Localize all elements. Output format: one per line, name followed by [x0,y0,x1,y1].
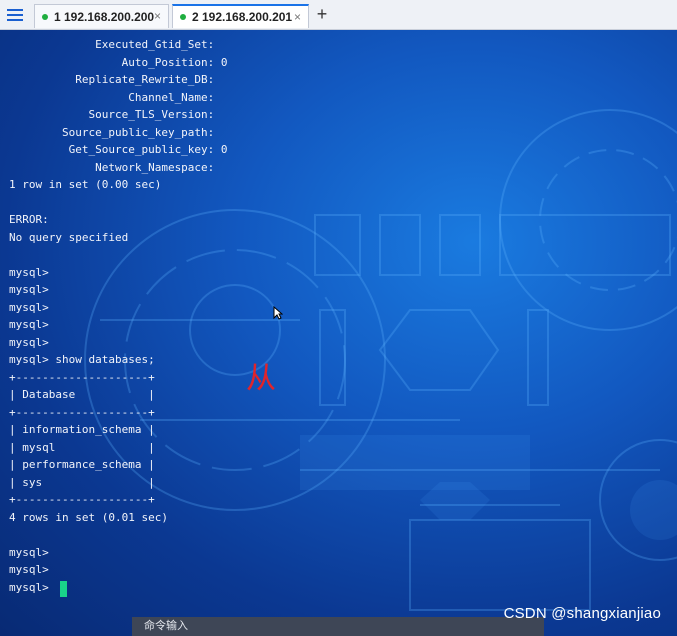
terminal-line: | information_schema | [9,423,155,436]
tab-label: 2 192.168.200.201 [192,10,293,24]
terminal-line: +--------------------+ [9,493,155,506]
terminal-line: Auto_Position: 0 [9,55,228,69]
terminal-line: mysql> [9,283,49,296]
terminal-line: mysql> [9,580,56,594]
close-icon[interactable]: × [154,9,161,23]
terminal-line: Network_Namespace: [9,160,215,174]
terminal-line: mysql> [9,335,49,349]
terminal-line: ERROR: [9,213,49,226]
terminal-line: +--------------------+ [9,405,155,419]
terminal-line: Source_public_key_path: [9,125,215,139]
tab-label: 1 192.168.200.200 [54,9,155,24]
terminal-line: mysql> [9,300,49,314]
terminal-area[interactable]: Executed_Gtid_Set: Auto_Position: 0 Repl… [0,30,677,636]
tab-bar: 1 192.168.200.200 × 2 192.168.200.201 × … [0,0,677,30]
terminal-line: mysql> [9,545,49,559]
text-cursor [60,581,67,597]
terminal-line: | sys | [9,475,155,489]
terminal-line: Get_Source_public_key: 0 [9,143,228,156]
terminal-line: 1 row in set (0.00 sec) [9,178,162,191]
terminal-line: mysql> show databases; [9,353,155,366]
connection-status-icon [180,14,186,20]
tab-session-1[interactable]: 1 192.168.200.200 × [34,4,169,28]
terminal-line: Replicate_Rewrite_DB: [9,73,215,86]
overlay-character: 从 [246,361,276,396]
connection-status-icon [42,13,48,20]
terminal-line: | performance_schema | [9,458,155,471]
terminal-line: | Database | [9,388,155,401]
csdn-watermark: CSDN @shangxianjiao [503,605,661,622]
terminal-line: Channel_Name: [9,90,215,104]
new-tab-button[interactable]: + [313,5,331,25]
terminal-line: 4 rows in set (0.01 sec) [9,510,168,524]
terminal-line: Source_TLS_Version: [9,108,215,121]
hamburger-menu-icon[interactable] [4,5,26,25]
terminal-line: mysql> [9,563,49,576]
terminal-output: Executed_Gtid_Set: Auto_Position: 0 Repl… [9,36,228,596]
tab-session-2[interactable]: 2 192.168.200.201 × [172,4,309,28]
mouse-pointer-icon [273,305,284,325]
terminal-line: No query specified [9,230,129,244]
terminal-line: mysql> [9,318,49,331]
terminal-line: | mysql | [9,440,155,454]
command-input-bar[interactable]: 命令输入 [132,617,544,636]
terminal-line: mysql> [9,265,49,279]
terminal-line: Executed_Gtid_Set: [9,38,215,51]
close-icon[interactable]: × [294,10,301,24]
terminal-line: +--------------------+ [9,370,155,384]
